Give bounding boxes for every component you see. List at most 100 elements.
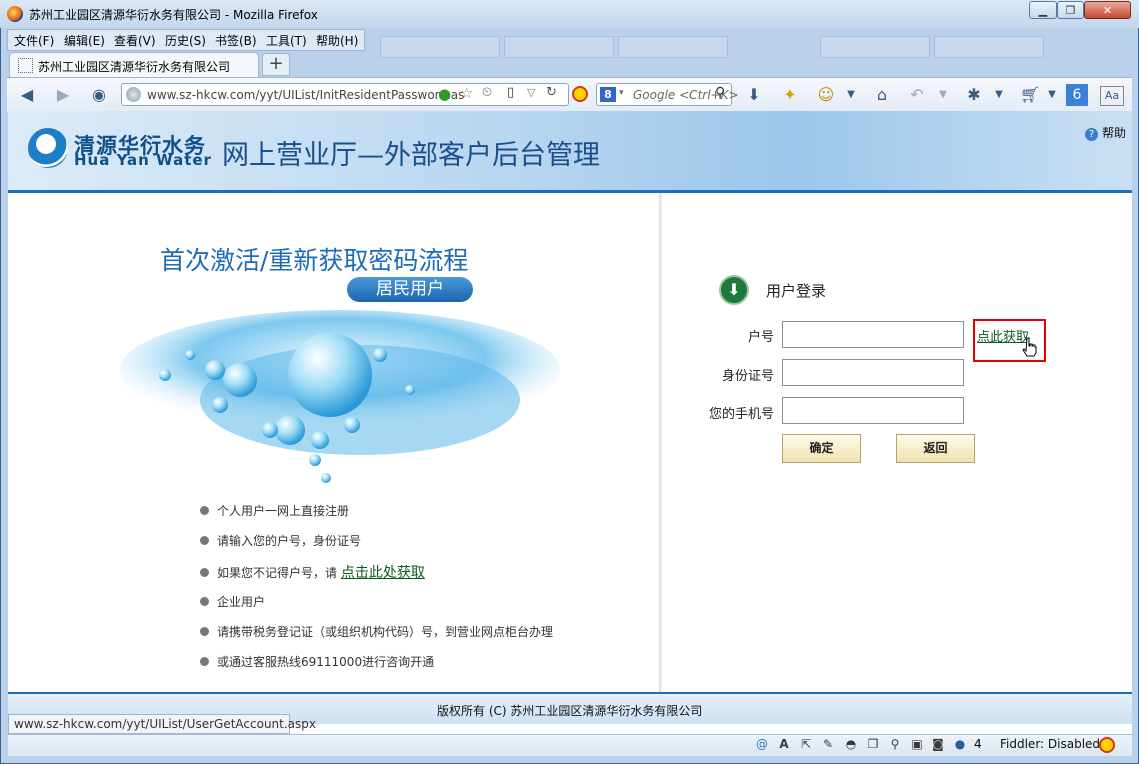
info-bullet: 个人用户一网上直接注册	[200, 502, 349, 519]
menu-view[interactable]: 查看(V)	[114, 32, 156, 49]
title-bar: 苏州工业园区清源华衍水务有限公司 - Mozilla Firefox ▁ ❐ ✕	[0, 0, 1139, 28]
mobile-icon[interactable]: ▯	[507, 85, 514, 100]
account-input[interactable]	[782, 321, 964, 348]
site-identity-icon[interactable]	[126, 87, 141, 102]
font-a-icon[interactable]: A	[777, 737, 791, 751]
translate-icon[interactable]: 6	[1066, 84, 1088, 106]
info-bullet: 或通过客服热线69111000进行咨询开通	[200, 653, 434, 670]
logo-english: Hua Yan Water	[74, 151, 212, 169]
window-title: 苏州工业园区清源华衍水务有限公司 - Mozilla Firefox	[29, 8, 318, 22]
brush-icon[interactable]: ✎	[821, 737, 835, 751]
close-button[interactable]: ✕	[1084, 1, 1131, 19]
smiley-icon[interactable]: ☺	[815, 84, 837, 106]
bullet-dot-icon	[200, 627, 209, 636]
new-tab-button[interactable]: +	[262, 53, 290, 76]
addon-count: 4	[974, 737, 982, 751]
download-icon[interactable]: ⬇	[743, 84, 765, 106]
menu-history[interactable]: 历史(S)	[165, 32, 206, 49]
bullet-dot-icon	[200, 568, 209, 577]
water-drop-logo-icon	[28, 128, 68, 168]
windows-icon[interactable]: ❐	[866, 737, 880, 751]
engine-dropdown-icon[interactable]: ▾	[619, 88, 624, 98]
firefox-icon	[7, 6, 23, 22]
flow-title: 首次激活/重新获取密码流程	[160, 246, 469, 275]
info-bullet: 请输入您的户号，身份证号	[200, 532, 361, 549]
panel-divider	[659, 193, 663, 693]
menu-bookmarks[interactable]: 书签(B)	[215, 32, 257, 49]
get-account-text-link[interactable]: 点击此处获取	[341, 565, 425, 581]
print-icon[interactable]: ▣	[910, 737, 924, 751]
font-icon[interactable]: Aa	[1100, 86, 1124, 106]
background-window-thumb	[380, 36, 500, 58]
menu-help[interactable]: 帮助(H)	[316, 32, 358, 49]
bookmark-star-icon[interactable]: ☆	[460, 84, 473, 102]
minimize-button[interactable]: ▁	[1029, 1, 1057, 19]
info-bullet: 如果您不记得户号，请 点击此处获取	[200, 562, 425, 582]
shield-icon[interactable]: ●	[953, 737, 967, 751]
dropdown-icon[interactable]: ▼	[988, 84, 1010, 106]
background-window-thumb	[504, 36, 614, 58]
dropdown-icon[interactable]: ▼	[932, 84, 954, 106]
search-icon[interactable]: ⚲	[715, 85, 725, 101]
home-sync-icon[interactable]: ◉	[88, 84, 110, 106]
background-window-thumb	[820, 36, 930, 58]
status-hover-url: www.sz-hkcw.com/yyt/UIList/UserGetAccoun…	[8, 714, 316, 734]
page-favicon-icon	[18, 58, 33, 73]
bug-icon[interactable]: ✱	[963, 84, 985, 106]
camera-icon[interactable]: ◙	[931, 737, 945, 751]
adblock-status-icon[interactable]	[1099, 737, 1115, 753]
login-arrow-icon: ⬇	[719, 275, 749, 305]
bullet-dot-icon	[200, 657, 209, 666]
back-arrow-icon[interactable]: ◀	[16, 84, 38, 106]
dropdown-icon[interactable]: ▽	[527, 86, 535, 99]
water-bubbles-illustration	[120, 310, 560, 483]
fiddler-status[interactable]: Fiddler: Disabled	[1000, 737, 1100, 751]
cart-icon[interactable]: 🛒︎	[1019, 84, 1041, 106]
search-engine-icon[interactable]: 8	[600, 87, 616, 102]
resident-user-badge: 居民用户	[347, 277, 473, 302]
timer-icon[interactable]: ⏲	[482, 85, 492, 100]
reload-icon[interactable]: ↻	[546, 85, 557, 100]
at-icon[interactable]: @	[755, 737, 769, 751]
adblock-icon[interactable]	[572, 86, 588, 102]
menu-bar: 文件(F) 编辑(E) 查看(V) 历史(S) 书签(B) 工具(T) 帮助(H…	[7, 29, 365, 51]
background-window-thumb	[618, 36, 728, 58]
phone-label: 您的手机号	[708, 407, 774, 422]
phone-input[interactable]	[782, 397, 964, 424]
id-number-input[interactable]	[782, 359, 964, 386]
id-number-label: 身份证号	[721, 369, 774, 384]
help-icon: ?	[1085, 128, 1098, 141]
help-label: 帮助	[1102, 126, 1127, 140]
maximize-button[interactable]: ❐	[1057, 1, 1084, 19]
forward-arrow-icon[interactable]: ▶	[52, 84, 74, 106]
back-button[interactable]: 返回	[896, 434, 975, 463]
url-text: www.sz-hkcw.com/yyt/UIList/InitResidentP…	[147, 88, 465, 102]
mask-icon[interactable]: ◓	[844, 737, 858, 751]
addon-icon[interactable]: ✦	[779, 84, 801, 106]
info-bullet: 企业用户	[200, 593, 265, 610]
undo-icon[interactable]: ↶	[906, 84, 928, 106]
zoom-icon[interactable]: ⚲	[888, 737, 902, 751]
login-title: 用户登录	[766, 282, 827, 300]
bullet-dot-icon	[200, 506, 209, 515]
menu-file[interactable]: 文件(F)	[14, 32, 54, 49]
tab-label: 苏州工业园区清源华衍水务有限公司	[38, 60, 231, 74]
portal-title: 网上营业厅—外部客户后台管理	[222, 140, 600, 171]
search-bar[interactable]: 8 ▾ Google <Ctrl+K> ⚲	[596, 83, 739, 106]
help-link[interactable]: ? 帮助	[1085, 124, 1126, 141]
home-icon[interactable]: ⌂	[871, 84, 893, 106]
menu-tools[interactable]: 工具(T)	[266, 32, 307, 49]
copyright-text: 版权所有 (C) 苏州工业园区清源华衍水务有限公司	[437, 704, 703, 718]
go-icon[interactable]: ●	[438, 85, 451, 103]
menu-edit[interactable]: 编辑(E)	[64, 32, 105, 49]
tab-active[interactable]: 苏州工业园区清源华衍水务有限公司	[9, 52, 259, 77]
dropdown-icon[interactable]: ▼	[1041, 84, 1063, 106]
account-label: 户号	[747, 330, 774, 345]
dropdown-icon[interactable]: ▼	[840, 84, 862, 106]
info-bullet: 请携带税务登记证（或组织机构代码）号，到营业网点柜台办理	[200, 623, 553, 640]
confirm-button[interactable]: 确定	[782, 434, 861, 463]
share-icon[interactable]: ⇱	[799, 737, 813, 751]
address-bar[interactable]: www.sz-hkcw.com/yyt/UIList/InitResidentP…	[121, 83, 569, 106]
background-window-thumb	[934, 36, 1044, 58]
hand-cursor-icon	[1022, 337, 1037, 357]
